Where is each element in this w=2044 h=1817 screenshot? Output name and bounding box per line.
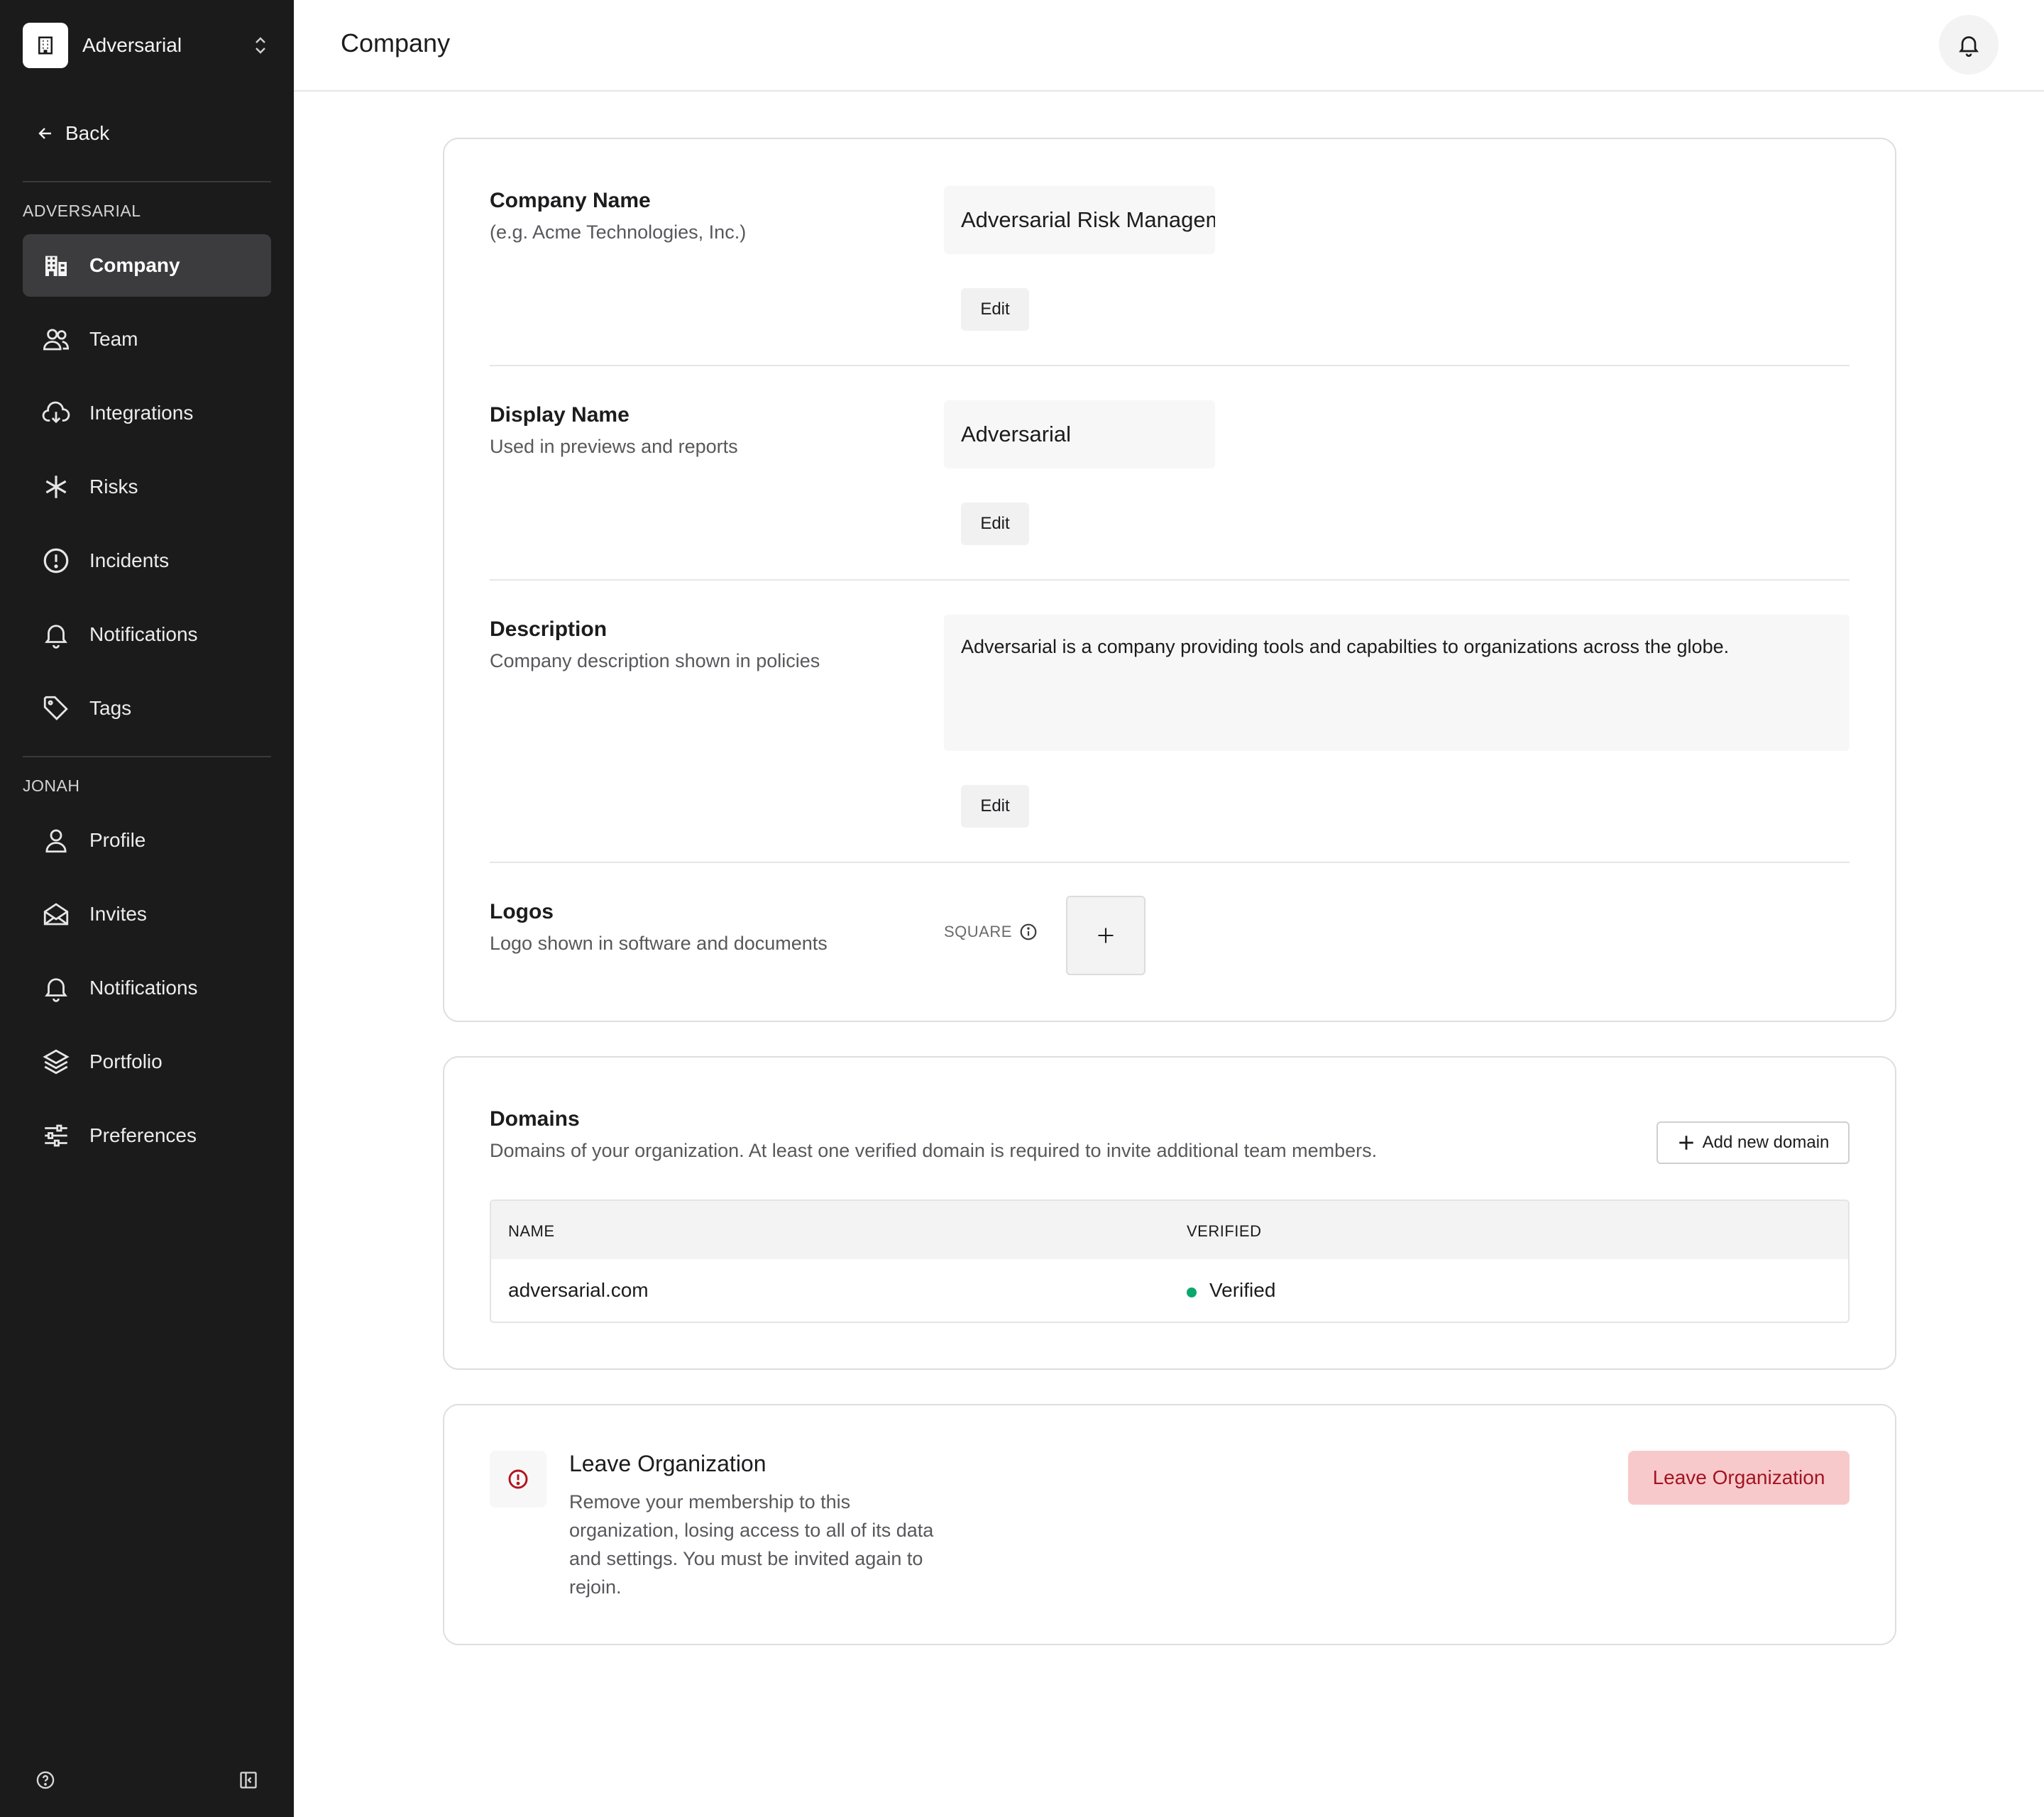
divider [490,862,1850,863]
square-logo-text: SQUARE [944,923,1012,940]
leave-organization-card: Leave Organization Remove your membershi… [443,1404,1896,1645]
chevron-up-down-icon [250,35,271,56]
square-logo-upload[interactable] [1066,896,1145,975]
company-name-hint: (e.g. Acme Technologies, Inc.) [490,221,747,243]
top-header: Company [294,0,2044,92]
column-header-verified: VERIFIED [1187,1222,1262,1240]
description-edit-button[interactable]: Edit [961,785,1029,828]
sidebar: Adversarial Back ADVERSARIAL Company Tea… [0,0,294,1817]
plus-icon [1098,928,1114,943]
sidebar-item-invites[interactable]: Invites [23,883,271,945]
company-name-edit-button[interactable]: Edit [961,288,1029,331]
sidebar-item-label: Invites [89,903,147,925]
sidebar-item-label: Notifications [89,977,198,999]
sidebar-item-incidents[interactable]: Incidents [23,529,271,592]
company-name-label: Company Name [490,189,651,212]
table-header: NAME VERIFIED [491,1201,1848,1259]
users-icon [40,323,72,356]
display-name-label: Display Name [490,403,630,427]
sidebar-item-company[interactable]: Company [23,234,271,297]
sidebar-divider [23,756,271,757]
domains-table: NAME VERIFIED adversarial.com Verified [490,1200,1850,1323]
bell-icon [40,972,72,1004]
sidebar-item-label: Notifications [89,623,198,645]
arrow-left-icon [38,128,51,139]
sliders-icon [40,1119,72,1152]
domains-title: Domains [490,1107,580,1131]
sidebar-item-label: Preferences [89,1124,197,1146]
alert-circle-icon [40,544,72,577]
sidebar-item-label: Profile [89,829,146,851]
sidebar-item-preferences[interactable]: Preferences [23,1104,271,1167]
sidebar-divider [23,181,271,182]
display-name-edit-button[interactable]: Edit [961,503,1029,545]
sidebar-item-label: Incidents [89,549,170,571]
sidebar-item-user-notifications[interactable]: Notifications [23,957,271,1019]
description-field[interactable]: Adversarial is a company providing tools… [944,615,1850,751]
building-icon [23,23,68,68]
domains-description: Domains of your organization. At least o… [490,1140,1378,1161]
table-row[interactable]: adversarial.com Verified [491,1259,1848,1322]
leave-organization-button[interactable]: Leave Organization [1628,1451,1850,1505]
sidebar-item-label: Portfolio [89,1050,163,1072]
company-settings-card: Company Name (e.g. Acme Technologies, In… [443,138,1896,1022]
sidebar-section-user: JONAH [23,776,80,795]
leave-organization-title: Leave Organization [569,1451,766,1476]
domains-card: Domains Domains of your organization. At… [443,1056,1896,1370]
leave-organization-description: Remove your membership to this organizat… [569,1491,934,1598]
verified-status-dot [1187,1288,1197,1297]
verified-status: Verified [1209,1279,1276,1301]
display-name-field[interactable]: Adversarial [944,400,1215,468]
description-hint: Company description shown in policies [490,650,820,671]
tag-icon [40,692,72,725]
page-title: Company [341,28,451,57]
building-icon [40,249,72,282]
sidebar-item-integrations[interactable]: Integrations [23,382,271,444]
add-domain-button[interactable]: Add new domain [1656,1121,1850,1164]
notifications-button[interactable] [1939,15,1999,75]
divider [490,365,1850,366]
logos-hint: Logo shown in software and documents [490,933,828,954]
description-label: Description [490,617,608,641]
square-logo-label: SQUARE [944,923,1038,941]
domain-name: adversarial.com [508,1279,649,1301]
sidebar-item-label: Company [89,254,180,276]
sidebar-item-label: Risks [89,476,138,498]
org-switcher[interactable]: Adversarial [23,23,271,68]
bell-icon [40,618,72,651]
sidebar-item-risks[interactable]: Risks [23,456,271,518]
plus-icon [1678,1136,1693,1150]
sidebar-item-label: Team [89,328,138,350]
sidebar-item-team[interactable]: Team [23,308,271,370]
logos-label: Logos [490,900,554,923]
envelope-open-icon [40,898,72,931]
sidebar-collapse-icon[interactable] [237,1769,260,1791]
company-name-field[interactable]: Adversarial Risk Management [944,186,1215,254]
column-header-name: NAME [508,1222,555,1240]
sidebar-item-notifications[interactable]: Notifications [23,603,271,666]
help-circle-icon[interactable] [34,1769,57,1791]
sidebar-item-label: Tags [89,697,132,719]
sidebar-item-portfolio[interactable]: Portfolio [23,1031,271,1093]
divider [490,579,1850,581]
alert-circle-icon [490,1451,546,1508]
sidebar-item-label: Integrations [89,402,194,424]
display-name-hint: Used in previews and reports [490,436,738,457]
cloud-download-icon [40,397,72,429]
asterisk-icon [40,471,72,503]
sidebar-item-profile[interactable]: Profile [23,809,271,872]
layers-icon [40,1045,72,1078]
back-link[interactable]: Back [37,122,109,145]
back-label: Back [65,122,110,144]
org-name: Adversarial [82,34,182,56]
add-domain-label: Add new domain [1702,1133,1830,1152]
bell-icon [1959,36,1979,57]
info-icon[interactable] [1019,923,1038,941]
sidebar-item-tags[interactable]: Tags [23,677,271,740]
sidebar-section-org: ADVERSARIAL [23,202,141,220]
user-icon [40,824,72,857]
